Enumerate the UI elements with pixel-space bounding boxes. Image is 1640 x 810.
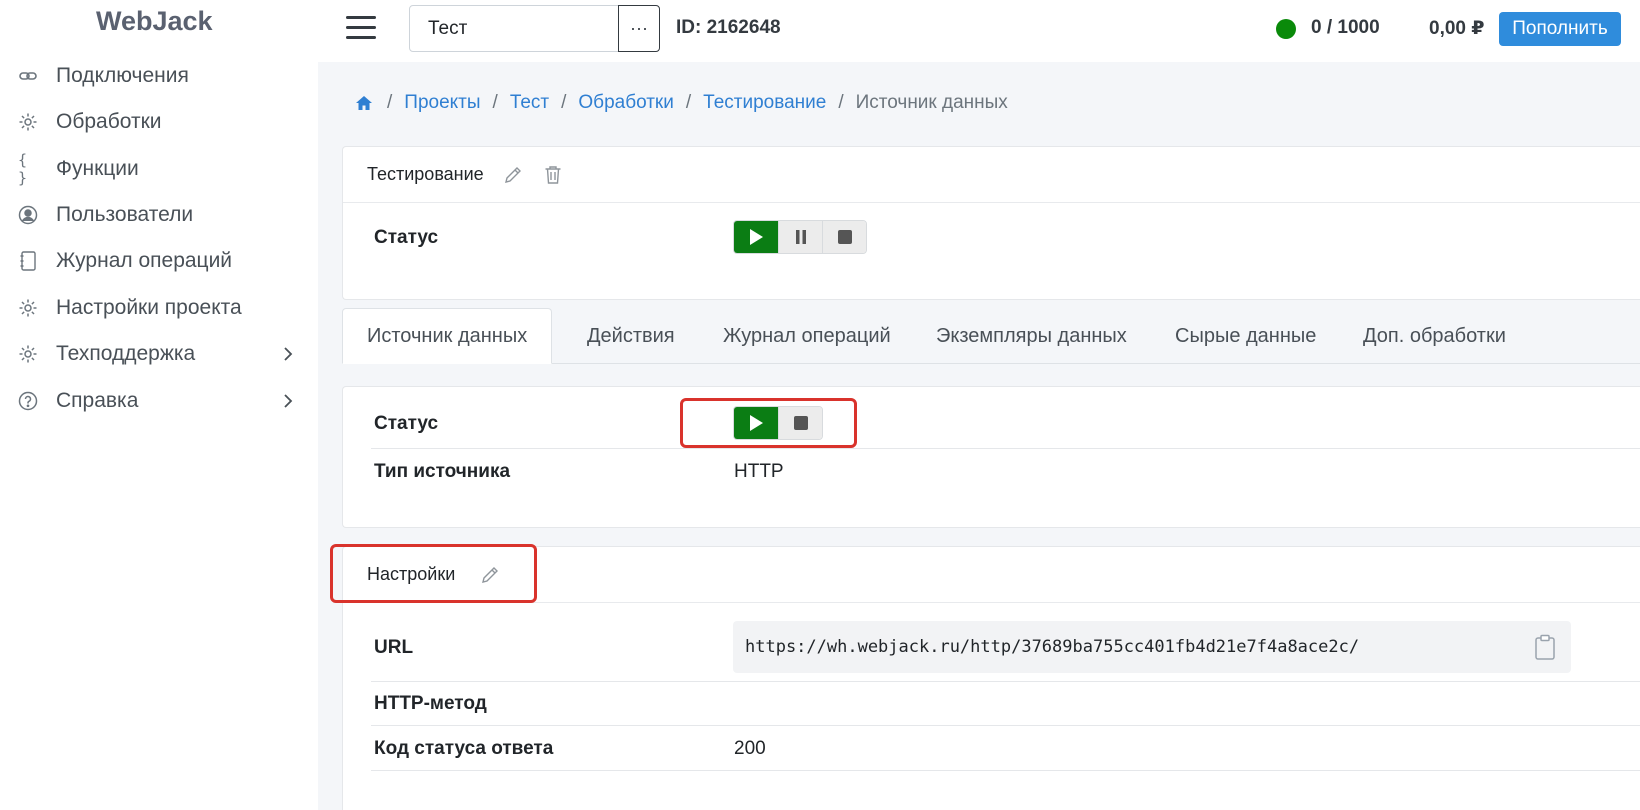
breadcrumb-separator: / bbox=[685, 92, 692, 113]
sidebar-item-operations-log[interactable]: Журнал операций bbox=[0, 241, 318, 281]
highlight-settings-header bbox=[330, 544, 537, 603]
processing-title: Тестирование bbox=[367, 164, 484, 184]
link-icon bbox=[18, 66, 38, 86]
processing-card-header: Тестирование bbox=[343, 147, 1640, 203]
question-circle-icon bbox=[18, 391, 38, 411]
user-circle-icon bbox=[18, 205, 38, 225]
trash-icon[interactable] bbox=[542, 164, 564, 186]
processing-play-button[interactable] bbox=[734, 221, 778, 253]
breadcrumb-separator: / bbox=[561, 92, 567, 113]
project-selector[interactable]: Тест bbox=[409, 5, 619, 52]
sidebar-item-connections[interactable]: Подключения bbox=[0, 56, 318, 96]
sidebar-item-project-settings[interactable]: Настройки проекта bbox=[0, 288, 318, 328]
source-card: Статус Тип источника HTTP bbox=[342, 386, 1640, 528]
row-divider bbox=[371, 448, 1640, 449]
sidebar-item-label: Журнал операций bbox=[56, 249, 233, 272]
breadcrumb-separator: / bbox=[838, 92, 844, 113]
tab-actions[interactable]: Действия bbox=[587, 308, 675, 364]
breadcrumb-separator: / bbox=[492, 92, 498, 113]
braces-icon: { } bbox=[18, 151, 28, 187]
chevron-right-icon bbox=[278, 391, 298, 411]
http-method-label: HTTP-метод bbox=[374, 693, 487, 714]
url-field[interactable]: https://wh.webjack.ru/http/37689ba755cc4… bbox=[733, 621, 1571, 673]
clipboard-icon[interactable] bbox=[1533, 634, 1557, 660]
processing-stop-button[interactable] bbox=[822, 221, 866, 253]
topbar: Тест ··· ID: 2162648 0 / 1000 0,00 ₽ Поп… bbox=[318, 0, 1640, 60]
sidebar-item-label: Справка bbox=[56, 389, 139, 412]
sidebar-item-help[interactable]: Справка bbox=[0, 381, 318, 421]
tab-bar: Источник данных Действия Журнал операций… bbox=[342, 308, 1640, 364]
breadcrumb-link-project[interactable]: Тест bbox=[510, 92, 549, 114]
processing-control-group bbox=[733, 220, 867, 254]
highlight-source-controls bbox=[680, 398, 857, 448]
breadcrumb: / Проекты / Тест / Обработки / Тестирова… bbox=[355, 92, 1008, 114]
status-code-value: 200 bbox=[734, 738, 766, 759]
project-id: ID: 2162648 bbox=[676, 17, 781, 38]
sidebar-item-processings[interactable]: Обработки bbox=[0, 102, 318, 142]
balance-amount: 0,00 ₽ bbox=[1429, 18, 1485, 39]
project-more-button[interactable]: ··· bbox=[618, 5, 660, 52]
row-divider bbox=[371, 725, 1640, 726]
settings-card-header: Настройки bbox=[343, 547, 1640, 603]
sidebar-item-label: Функции bbox=[56, 157, 139, 180]
source-type-value: HTTP bbox=[734, 461, 784, 482]
sidebar-item-support[interactable]: Техподдержка bbox=[0, 334, 318, 374]
row-divider bbox=[371, 681, 1640, 682]
sidebar-item-label: Подключения bbox=[56, 64, 189, 87]
tab-extra-processings[interactable]: Доп. обработки bbox=[1363, 308, 1506, 364]
url-label: URL bbox=[374, 637, 414, 658]
gear-icon bbox=[18, 298, 38, 318]
breadcrumb-link-projects[interactable]: Проекты bbox=[404, 92, 480, 114]
topup-button[interactable]: Пополнить bbox=[1499, 12, 1621, 46]
gear-icon bbox=[18, 112, 38, 132]
tab-raw-data[interactable]: Сырые данные bbox=[1175, 308, 1316, 364]
sidebar-item-label: Обработки bbox=[56, 110, 162, 133]
journal-icon bbox=[18, 251, 38, 271]
breadcrumb-link-processing[interactable]: Тестирование bbox=[703, 92, 826, 114]
gear-icon bbox=[18, 344, 38, 364]
status-indicator bbox=[1276, 19, 1296, 39]
home-icon[interactable] bbox=[355, 93, 375, 113]
status-code-label: Код статуса ответа bbox=[374, 738, 554, 759]
sidebar-item-label: Настройки проекта bbox=[56, 296, 242, 319]
main-content: / Проекты / Тест / Обработки / Тестирова… bbox=[318, 62, 1640, 810]
breadcrumb-link-processings[interactable]: Обработки bbox=[578, 92, 673, 114]
breadcrumb-separator: / bbox=[387, 92, 393, 113]
sidebar-item-label: Пользователи bbox=[56, 203, 194, 226]
tab-operations-log[interactable]: Журнал операций bbox=[723, 308, 891, 364]
sidebar: WebJack Подключения Обработки { } Функци… bbox=[0, 0, 318, 810]
brand-logo[interactable]: WebJack bbox=[96, 6, 213, 37]
tab-data-instances[interactable]: Экземпляры данных bbox=[936, 308, 1127, 364]
processing-card: Тестирование Статус bbox=[342, 146, 1640, 300]
processing-status-label: Статус bbox=[374, 227, 439, 248]
chevron-right-icon bbox=[278, 344, 298, 364]
sidebar-item-users[interactable]: Пользователи bbox=[0, 195, 318, 235]
tab-data-source[interactable]: Источник данных bbox=[342, 308, 553, 364]
sidebar-item-label: Техподдержка bbox=[56, 342, 196, 365]
pencil-icon[interactable] bbox=[502, 164, 524, 186]
menu-toggle-button[interactable] bbox=[346, 14, 378, 42]
row-divider bbox=[371, 770, 1640, 771]
url-value: https://wh.webjack.ru/http/37689ba755cc4… bbox=[745, 637, 1360, 657]
source-type-label: Тип источника bbox=[374, 461, 511, 482]
breadcrumb-current: Источник данных bbox=[855, 92, 1008, 113]
source-status-label: Статус bbox=[374, 413, 439, 434]
processing-pause-button[interactable] bbox=[778, 221, 822, 253]
sidebar-item-functions[interactable]: { } Функции bbox=[0, 149, 318, 189]
quota-counter: 0 / 1000 bbox=[1311, 17, 1380, 38]
